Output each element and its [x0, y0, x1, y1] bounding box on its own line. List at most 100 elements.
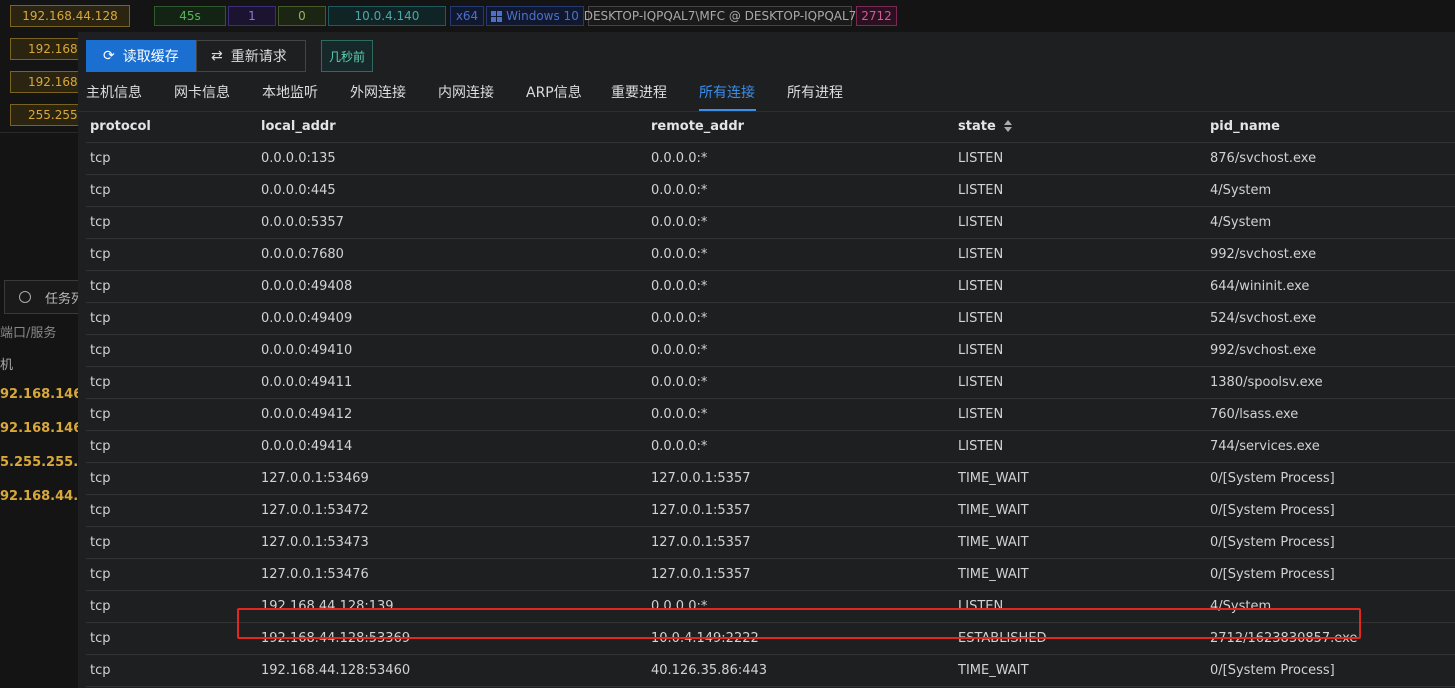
- sort-icon[interactable]: [1003, 119, 1012, 132]
- info-tabs: 主机信息 网卡信息 本地监听 外网连接 内网连接 ARP信息 重要进程 所有连接…: [78, 72, 1455, 112]
- table-row[interactable]: tcp 192.168.44.128:53460 40.126.35.86:443 T…: [86, 655, 1455, 687]
- cell-remote-addr: 40.126.35.86:443: [651, 663, 768, 678]
- table-row[interactable]: tcp 127.0.0.1:53473 127.0.0.1:5357 TIME_WAI…: [86, 527, 1455, 559]
- cell-local-addr: 0.0.0.0:49412: [261, 407, 353, 422]
- cell-state: LISTEN: [958, 439, 1004, 454]
- cell-pid-name: 760/lsass.exe: [1210, 407, 1299, 422]
- table-body: tcp 0.0.0.0:135 0.0.0.0:* LISTEN 876/svchost…: [86, 143, 1455, 687]
- table-row[interactable]: tcp 0.0.0.0:49408 0.0.0.0:* LISTEN 644/winin…: [86, 271, 1455, 303]
- cell-remote-addr: 0.0.0.0:*: [651, 247, 708, 262]
- cell-pid-name: 524/svchost.exe: [1210, 311, 1317, 326]
- cell-pid-name: 4/System: [1210, 215, 1272, 230]
- cell-pid-name: 0/[System Process]: [1210, 503, 1335, 518]
- table-row[interactable]: tcp 0.0.0.0:49412 0.0.0.0:* LISTEN 760/lsass…: [86, 399, 1455, 431]
- cell-pid-name: 0/[System Process]: [1210, 535, 1335, 550]
- bg-divider: [0, 132, 80, 133]
- os-label: Windows 10: [506, 9, 579, 23]
- table-row[interactable]: tcp 0.0.0.0:5357 0.0.0.0:* LISTEN 4/System: [86, 207, 1455, 239]
- cell-local-addr: 192.168.44.128:53460: [261, 663, 411, 678]
- clock-icon: [19, 291, 31, 303]
- request-button-group: ⟳ 读取缓存 ⇄ 重新请求: [86, 40, 306, 72]
- table-row[interactable]: tcp 127.0.0.1:53476 127.0.0.1:5357 TIME_WAI…: [86, 559, 1455, 591]
- table-row[interactable]: tcp 127.0.0.1:53472 127.0.0.1:5357 TIME_WAI…: [86, 495, 1455, 527]
- cell-remote-addr: 10.0.4.149:2222: [651, 631, 759, 646]
- header-protocol[interactable]: protocol: [90, 119, 151, 134]
- refresh-icon: ⟳: [103, 48, 115, 64]
- cell-protocol: tcp: [90, 407, 111, 422]
- cell-state: LISTEN: [958, 215, 1004, 230]
- cell-state: TIME_WAIT: [958, 535, 1029, 550]
- cell-remote-addr: 0.0.0.0:*: [651, 599, 708, 614]
- cell-state: LISTEN: [958, 151, 1004, 166]
- tab-nic-info[interactable]: 网卡信息: [174, 82, 230, 102]
- table-row[interactable]: tcp 0.0.0.0:49409 0.0.0.0:* LISTEN 524/svcho…: [86, 303, 1455, 335]
- cell-remote-addr: 0.0.0.0:*: [651, 183, 708, 198]
- table-row[interactable]: tcp 0.0.0.0:445 0.0.0.0:* LISTEN 4/System: [86, 175, 1455, 207]
- table-row[interactable]: tcp 127.0.0.1:53469 127.0.0.1:5357 TIME_WAI…: [86, 463, 1455, 495]
- tab-internal-conn[interactable]: 内网连接: [438, 82, 494, 102]
- cell-remote-addr: 0.0.0.0:*: [651, 311, 708, 326]
- host-badge: DESKTOP-IQPQAL7\MFC @ DESKTOP-IQPQAL7: [584, 6, 856, 26]
- cell-local-addr: 127.0.0.1:53469: [261, 471, 369, 486]
- cell-state: LISTEN: [958, 247, 1004, 262]
- read-cache-button[interactable]: ⟳ 读取缓存: [86, 40, 196, 72]
- cell-remote-addr: 0.0.0.0:*: [651, 439, 708, 454]
- cell-pid-name: 876/svchost.exe: [1210, 151, 1317, 166]
- cell-state: TIME_WAIT: [958, 503, 1029, 518]
- cell-state: ESTABLISHED: [958, 631, 1047, 646]
- cell-local-addr: 0.0.0.0:49414: [261, 439, 353, 454]
- tab-arp-info[interactable]: ARP信息: [526, 82, 582, 102]
- table-row[interactable]: tcp 0.0.0.0:49410 0.0.0.0:* LISTEN 992/svcho…: [86, 335, 1455, 367]
- cell-pid-name: 4/System: [1210, 599, 1272, 614]
- remote-ip-badge: 10.0.4.140: [328, 6, 446, 26]
- cell-protocol: tcp: [90, 343, 111, 358]
- tab-all-connections[interactable]: 所有连接: [699, 82, 755, 102]
- tab-all-processes[interactable]: 所有进程: [787, 82, 843, 102]
- cell-protocol: tcp: [90, 279, 111, 294]
- cell-local-addr: 0.0.0.0:5357: [261, 215, 344, 230]
- header-state-label: state: [958, 119, 996, 134]
- pid-badge: 2712: [856, 6, 897, 26]
- cell-protocol: tcp: [90, 311, 111, 326]
- header-state[interactable]: state: [958, 119, 1012, 134]
- cell-remote-addr: 127.0.0.1:5357: [651, 471, 751, 486]
- cell-remote-addr: 0.0.0.0:*: [651, 215, 708, 230]
- cell-state: LISTEN: [958, 311, 1004, 326]
- cell-protocol: tcp: [90, 247, 111, 262]
- tab-local-listen[interactable]: 本地监听: [262, 82, 318, 102]
- table-row[interactable]: tcp 0.0.0.0:135 0.0.0.0:* LISTEN 876/svchost…: [86, 143, 1455, 175]
- table-row[interactable]: tcp 0.0.0.0:49414 0.0.0.0:* LISTEN 744/servi…: [86, 431, 1455, 463]
- cell-local-addr: 127.0.0.1:53473: [261, 535, 369, 550]
- bg-column-head: 机: [0, 358, 14, 373]
- cell-local-addr: 192.168.44.128:53369: [261, 631, 411, 646]
- tab-key-process[interactable]: 重要进程: [611, 82, 667, 102]
- header-local-addr[interactable]: local_addr: [261, 119, 336, 134]
- target-ip-badge[interactable]: 192.168.44.128: [10, 5, 130, 27]
- read-cache-label: 读取缓存: [122, 49, 179, 65]
- tab-host-info[interactable]: 主机信息: [86, 82, 142, 102]
- cell-protocol: tcp: [90, 215, 111, 230]
- cell-remote-addr: 0.0.0.0:*: [651, 343, 708, 358]
- table-row[interactable]: tcp 192.168.44.128:53369 10.0.4.149:2222 ES…: [86, 623, 1455, 655]
- cell-local-addr: 0.0.0.0:49409: [261, 311, 353, 326]
- cell-remote-addr: 127.0.0.1:5357: [651, 567, 751, 582]
- header-pid-name[interactable]: pid_name: [1210, 119, 1280, 134]
- table-row[interactable]: tcp 0.0.0.0:7680 0.0.0.0:* LISTEN 992/svchos…: [86, 239, 1455, 271]
- cell-remote-addr: 0.0.0.0:*: [651, 407, 708, 422]
- cell-protocol: tcp: [90, 663, 111, 678]
- table-row[interactable]: tcp 192.168.44.128:139 0.0.0.0:* LISTEN 4/Sy…: [86, 591, 1455, 623]
- cell-pid-name: 744/services.exe: [1210, 439, 1320, 454]
- windows-logo-icon: [491, 10, 503, 22]
- tab-external-conn[interactable]: 外网连接: [350, 82, 406, 102]
- status-bar: 192.168.44.128 45s 1 0 10.0.4.140 x64 Wi…: [0, 0, 1455, 32]
- count-badge-b: 0: [278, 6, 326, 26]
- bg-host-row[interactable]: 5.255.255.2: [0, 455, 87, 470]
- cell-local-addr: 0.0.0.0:49411: [261, 375, 353, 390]
- cell-pid-name: 992/svchost.exe: [1210, 343, 1317, 358]
- cell-local-addr: 192.168.44.128:139: [261, 599, 394, 614]
- cell-remote-addr: 127.0.0.1:5357: [651, 503, 751, 518]
- rerequest-button[interactable]: ⇄ 重新请求: [196, 40, 306, 72]
- table-row[interactable]: tcp 0.0.0.0:49411 0.0.0.0:* LISTEN 1380/spoo…: [86, 367, 1455, 399]
- header-remote-addr[interactable]: remote_addr: [651, 119, 744, 134]
- updated-ago-tag: 几秒前: [321, 40, 373, 72]
